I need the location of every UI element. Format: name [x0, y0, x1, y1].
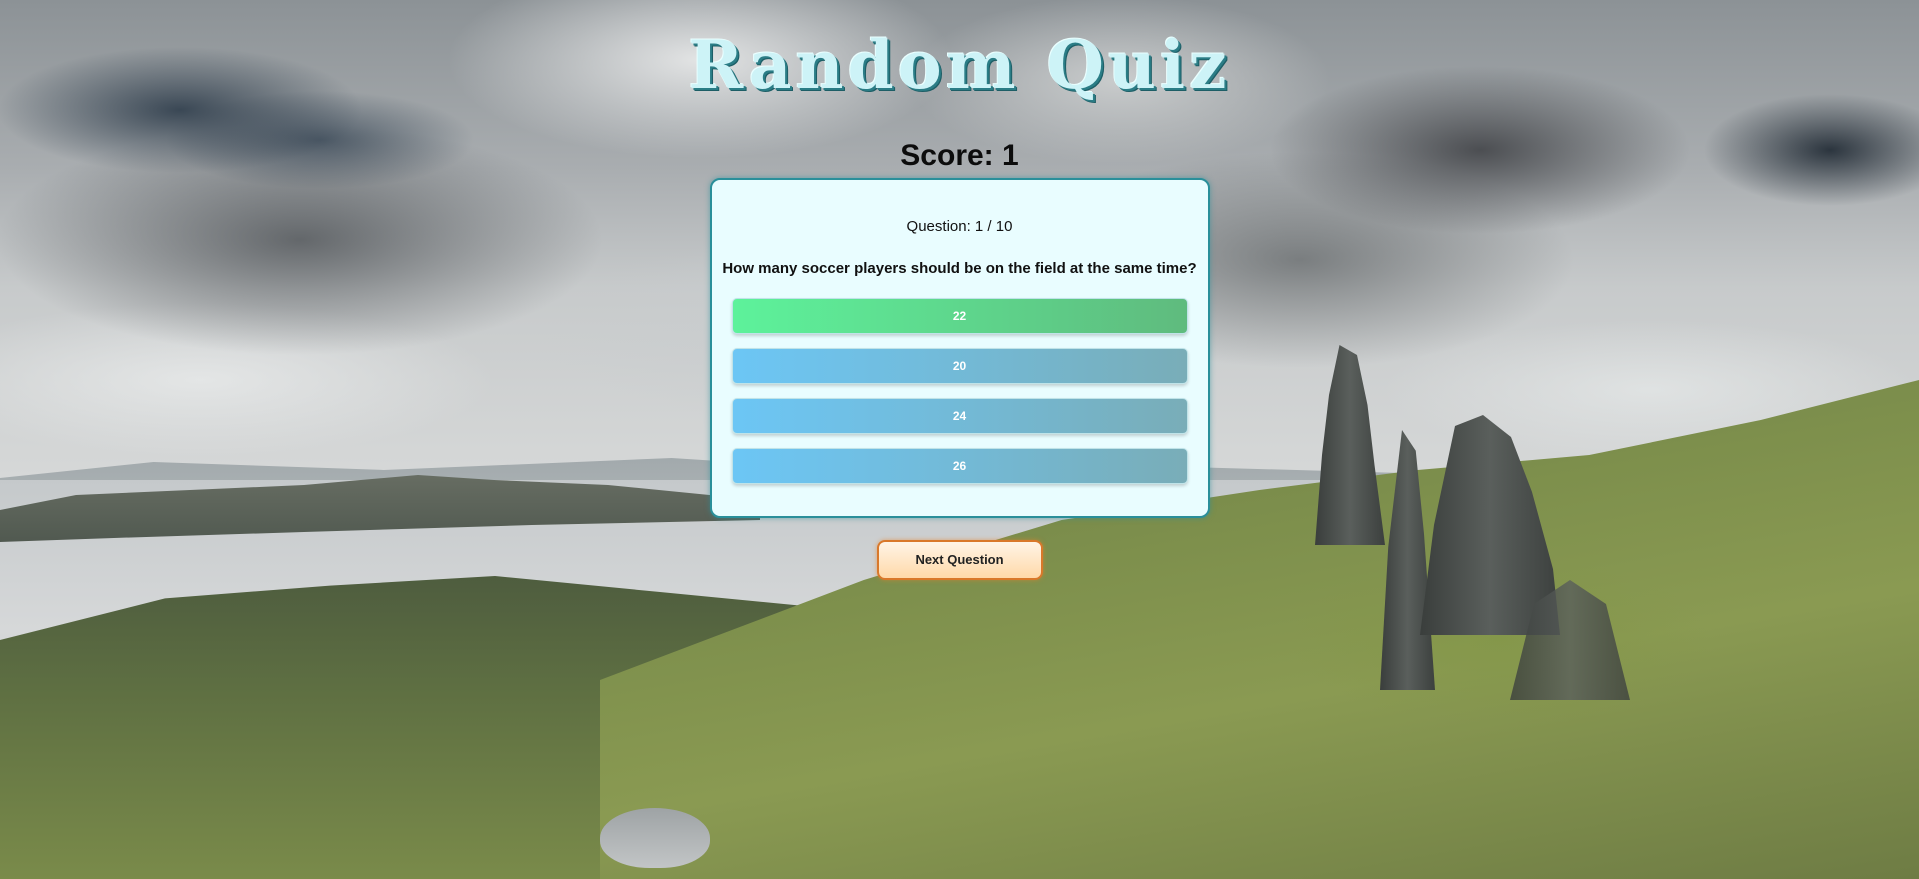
- question-counter: Question: 1 / 10: [906, 218, 1013, 235]
- next-question-button[interactable]: Next Question: [876, 540, 1043, 580]
- quiz-app: Random Quiz Score: 1 Question: 1 / 10 Ho…: [0, 0, 1919, 879]
- answer-button[interactable]: 26: [731, 448, 1188, 484]
- app-title: Random Quiz: [688, 26, 1231, 104]
- question-text: How many soccer players should be on the…: [722, 260, 1197, 277]
- question-card: Question: 1 / 10 How many soccer players…: [709, 178, 1210, 518]
- answer-button[interactable]: 22: [731, 298, 1188, 334]
- answer-button[interactable]: 20: [731, 348, 1188, 384]
- score-display: Score: 1: [900, 139, 1019, 172]
- answer-list: 22 20 24 26: [731, 298, 1188, 484]
- answer-button[interactable]: 24: [731, 398, 1188, 434]
